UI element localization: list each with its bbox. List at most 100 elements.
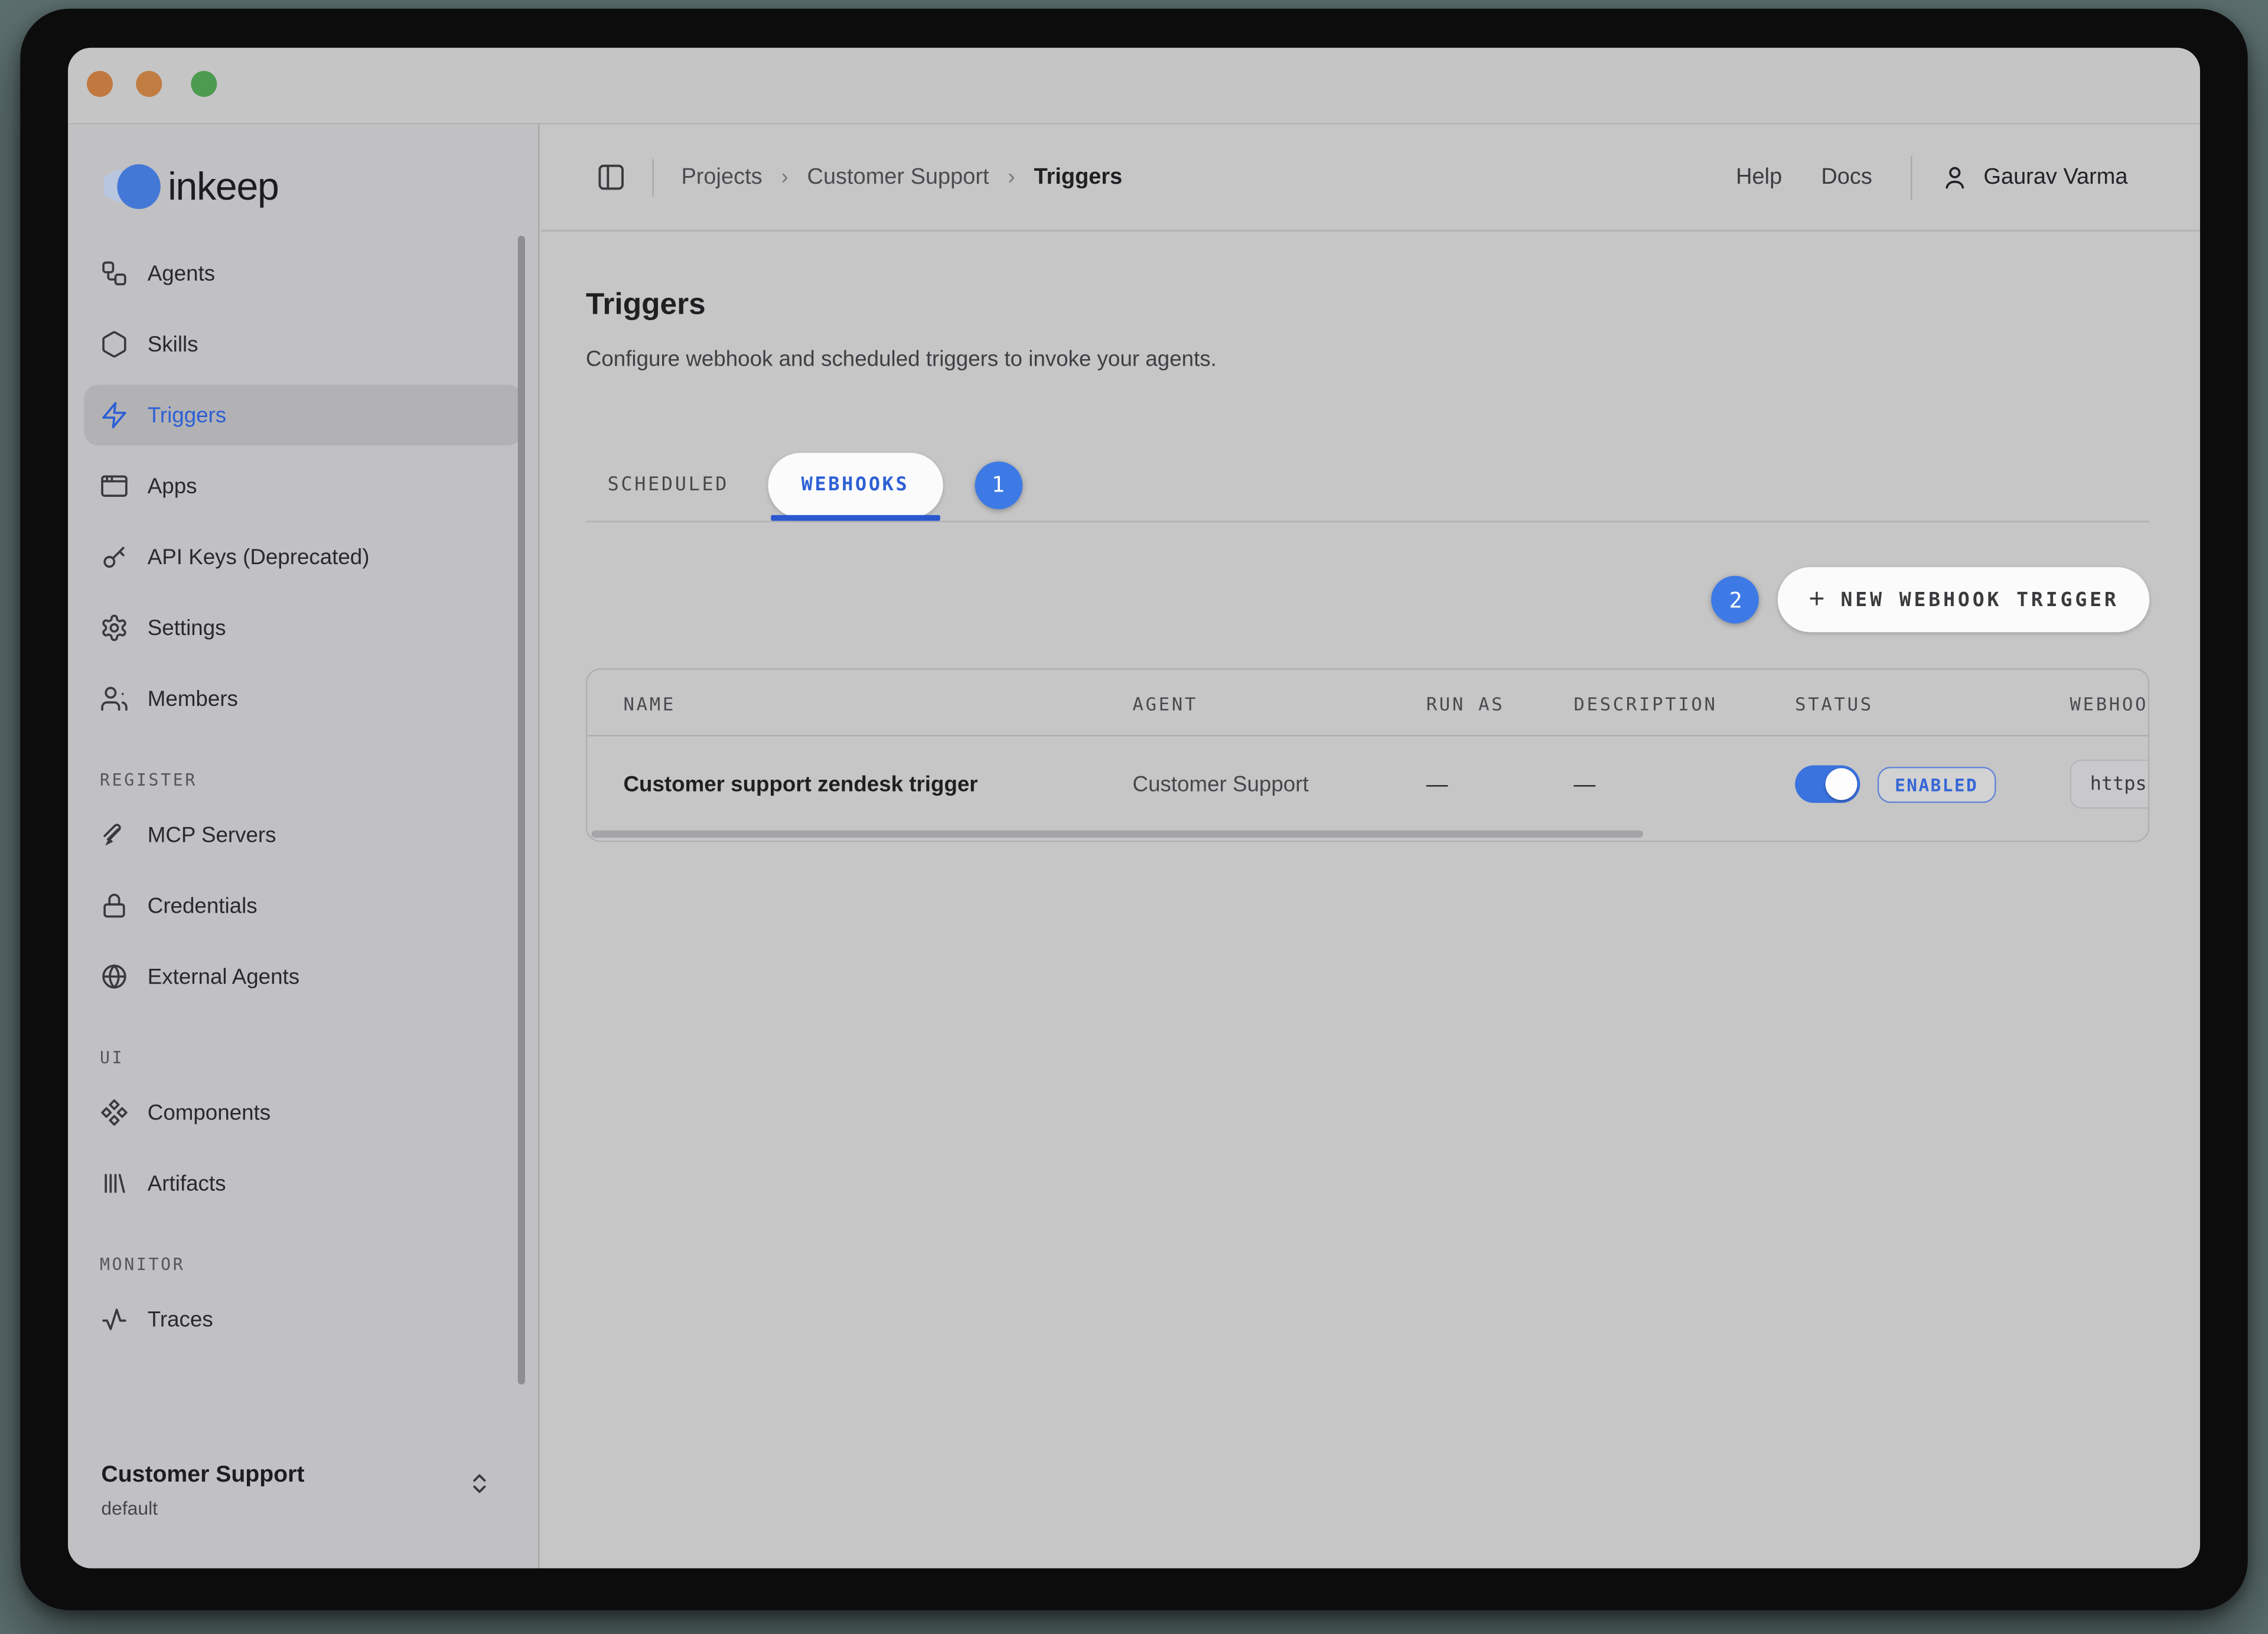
project-switcher[interactable]: Customer Support default: [101, 1463, 514, 1519]
app-window: inkeep Agents Skills Triggers Apps: [68, 48, 2200, 1568]
project-name: Customer Support: [101, 1463, 514, 1489]
column-header-run-as: RUN AS: [1426, 670, 1505, 737]
sidebar-item-skills[interactable]: Skills: [84, 314, 522, 375]
trigger-description-cell: —: [1573, 737, 1595, 832]
page-description: Configure webhook and scheduled triggers…: [586, 347, 2149, 372]
new-webhook-trigger-label: NEW WEBHOOK TRIGGER: [1840, 588, 2119, 611]
tab-webhooks[interactable]: WEBHOOKS: [768, 452, 942, 517]
sidebar-toggle-icon[interactable]: [596, 162, 626, 192]
mcp-icon: [100, 821, 129, 849]
user-name: Gaurav Varma: [1983, 164, 2127, 190]
sidebar-item-label: Artifacts: [148, 1171, 226, 1196]
page-content: Triggers Configure webhook and scheduled…: [586, 285, 2149, 842]
trigger-run-as-cell: —: [1426, 737, 1448, 832]
header-divider: [652, 158, 653, 196]
new-webhook-trigger-button[interactable]: + NEW WEBHOOK TRIGGER: [1778, 567, 2149, 632]
brand-logo[interactable]: inkeep: [101, 162, 538, 211]
status-toggle[interactable]: [1795, 766, 1860, 803]
sidebar-scrollbar-thumb[interactable]: [518, 236, 525, 1384]
sidebar-item-external-agents[interactable]: External Agents: [84, 946, 522, 1007]
sidebar-item-triggers[interactable]: Triggers: [84, 385, 522, 445]
header-right: Help Docs Gaurav Varma: [1736, 155, 2127, 198]
trigger-name-cell: Customer support zendesk trigger: [624, 737, 978, 832]
user-icon: [1941, 164, 1969, 191]
table-row[interactable]: Customer support zendesk trigger Custome…: [587, 737, 2148, 832]
lock-icon: [100, 891, 129, 920]
column-header-webhook-url: WEBHOOK URL: [2070, 670, 2149, 737]
chevrons-up-down-icon: [467, 1472, 492, 1496]
sidebar-item-label: Triggers: [148, 403, 226, 428]
webhook-url-cell[interactable]: https: [2070, 760, 2149, 809]
status-badge: ENABLED: [1878, 767, 1996, 803]
traffic-close-button[interactable]: [87, 71, 113, 97]
triggers-table: NAME AGENT RUN AS DESCRIPTION STATUS WEB…: [586, 668, 2149, 842]
sidebar-item-members[interactable]: Members: [84, 668, 522, 729]
sidebar-nav: Agents Skills Triggers Apps API Keys (De…: [68, 243, 538, 1349]
header-divider: [1911, 155, 1912, 198]
sidebar-item-components[interactable]: Components: [84, 1082, 522, 1143]
component-icon: [100, 1098, 129, 1127]
sidebar-item-apps[interactable]: Apps: [84, 455, 522, 516]
column-header-status: STATUS: [1795, 670, 1873, 737]
sidebar-item-label: External Agents: [148, 964, 299, 989]
trigger-agent-cell: Customer Support: [1133, 737, 1309, 832]
sidebar-item-traces[interactable]: Traces: [84, 1289, 522, 1350]
screen: inkeep Agents Skills Triggers Apps: [0, 0, 2268, 1633]
gear-icon: [100, 613, 129, 642]
app-window-icon: [100, 471, 129, 500]
traffic-minimize-button[interactable]: [136, 71, 162, 97]
sidebar-item-mcp-servers[interactable]: MCP Servers: [84, 805, 522, 865]
inkeep-logo-icon: [101, 162, 162, 211]
activity-icon: [100, 1305, 129, 1334]
sidebar-item-settings[interactable]: Settings: [84, 597, 522, 658]
main-area: Projects › Customer Support › Triggers H…: [541, 125, 2200, 1568]
sidebar-section-monitor: MONITOR: [100, 1254, 522, 1274]
sidebar-item-label: Credentials: [148, 893, 258, 918]
artifacts-icon: [100, 1169, 129, 1198]
sidebar-item-label: Traces: [148, 1307, 213, 1332]
plus-icon: +: [1808, 586, 1824, 614]
zap-icon: [100, 401, 129, 429]
breadcrumb-triggers: Triggers: [1034, 164, 1122, 190]
breadcrumb-projects[interactable]: Projects: [681, 164, 762, 190]
users-icon: [100, 684, 129, 713]
sidebar-item-label: Settings: [148, 616, 226, 640]
sidebar-section-register: REGISTER: [100, 770, 522, 790]
sidebar-item-label: Apps: [148, 474, 197, 499]
docs-link[interactable]: Docs: [1821, 164, 1872, 190]
breadcrumb-customer-support[interactable]: Customer Support: [807, 164, 989, 190]
graph-name: default: [101, 1498, 514, 1519]
chevron-right-icon: ›: [781, 165, 788, 190]
titlebar: [68, 48, 2200, 125]
table-horizontal-scrollbar-thumb[interactable]: [592, 831, 1643, 838]
sidebar-item-artifacts[interactable]: Artifacts: [84, 1153, 522, 1214]
user-menu[interactable]: Gaurav Varma: [1941, 164, 2127, 191]
annotation-step-2-badge: 2: [1712, 576, 1759, 624]
traffic-zoom-button[interactable]: [191, 71, 217, 97]
brand-wordmark: inkeep: [168, 164, 279, 209]
chevron-right-icon: ›: [1008, 165, 1015, 190]
active-tab-underline: [771, 515, 940, 521]
sidebar-item-label: Members: [148, 686, 238, 711]
column-header-name: NAME: [624, 670, 676, 737]
help-link[interactable]: Help: [1736, 164, 1782, 190]
sidebar-item-label: Agents: [148, 261, 215, 286]
toggle-knob: [1826, 768, 1858, 800]
sidebar-item-label: API Keys (Deprecated): [148, 545, 370, 569]
sidebar-item-label: Skills: [148, 332, 198, 357]
sidebar: inkeep Agents Skills Triggers Apps: [68, 125, 539, 1568]
sidebar-item-agents[interactable]: Agents: [84, 243, 522, 304]
sidebar-item-label: Components: [148, 1100, 271, 1125]
annotation-step-1-badge: 1: [975, 461, 1022, 509]
main-header: Projects › Customer Support › Triggers H…: [541, 125, 2200, 232]
sidebar-item-label: MCP Servers: [148, 822, 276, 847]
key-icon: [100, 542, 129, 571]
sidebar-section-ui: UI: [100, 1047, 522, 1067]
workflow-icon: [100, 259, 129, 288]
table-header-row: NAME AGENT RUN AS DESCRIPTION STATUS WEB…: [587, 670, 2148, 737]
globe-icon: [100, 962, 129, 991]
sidebar-item-api-keys[interactable]: API Keys (Deprecated): [84, 526, 522, 587]
tab-scheduled[interactable]: SCHEDULED: [586, 474, 751, 496]
hexagon-icon: [100, 330, 129, 359]
sidebar-item-credentials[interactable]: Credentials: [84, 875, 522, 936]
